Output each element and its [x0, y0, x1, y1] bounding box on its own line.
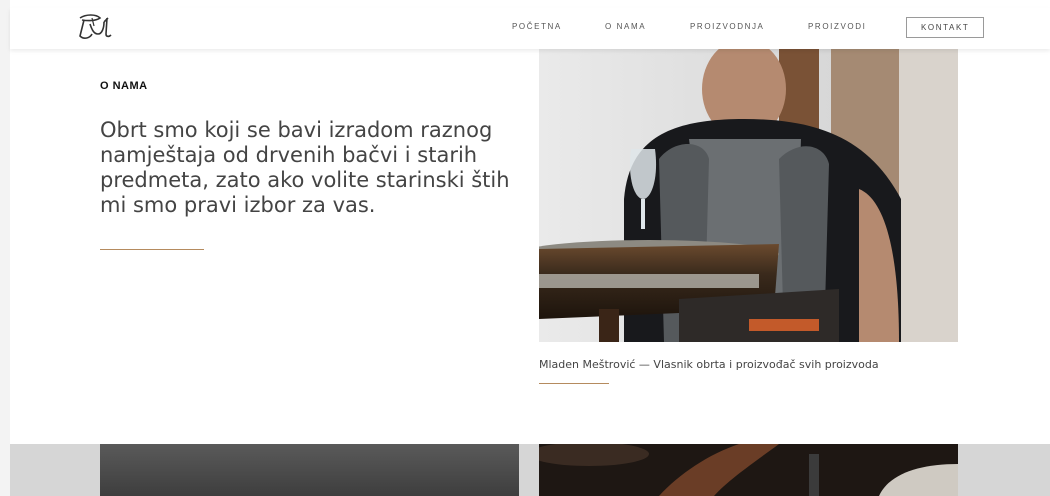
nav-proizvodi[interactable]: PROIZVODI	[808, 22, 866, 31]
nav-o-nama[interactable]: O NAMA	[605, 22, 646, 31]
owner-photo-image	[539, 49, 958, 342]
main-nav: POČETNA O NAMA PROIZVODNJA PROIZVODI KON…	[10, 8, 1050, 49]
nav-pocetna[interactable]: POČETNA	[512, 22, 562, 31]
section-title: O NAMA	[100, 80, 148, 92]
owner-photo	[539, 49, 958, 342]
site-header: POČETNA O NAMA PROIZVODNJA PROIZVODI KON…	[10, 8, 1050, 49]
caption-divider	[539, 383, 609, 384]
page: POČETNA O NAMA PROIZVODNJA PROIZVODI KON…	[10, 0, 1050, 496]
nav-kontakt-button[interactable]: KONTAKT	[906, 17, 984, 38]
photo-caption: Mladen Meštrović — Vlasnik obrta i proiz…	[539, 358, 879, 371]
gallery-image-left	[100, 444, 519, 496]
gallery-image-right	[539, 444, 958, 496]
about-text: Obrt smo koji se bavi izradom raznog nam…	[100, 118, 510, 217]
nav-proizvodnja[interactable]: PROIZVODNJA	[690, 22, 765, 31]
gallery-band	[10, 444, 1050, 496]
accent-divider	[100, 249, 204, 250]
